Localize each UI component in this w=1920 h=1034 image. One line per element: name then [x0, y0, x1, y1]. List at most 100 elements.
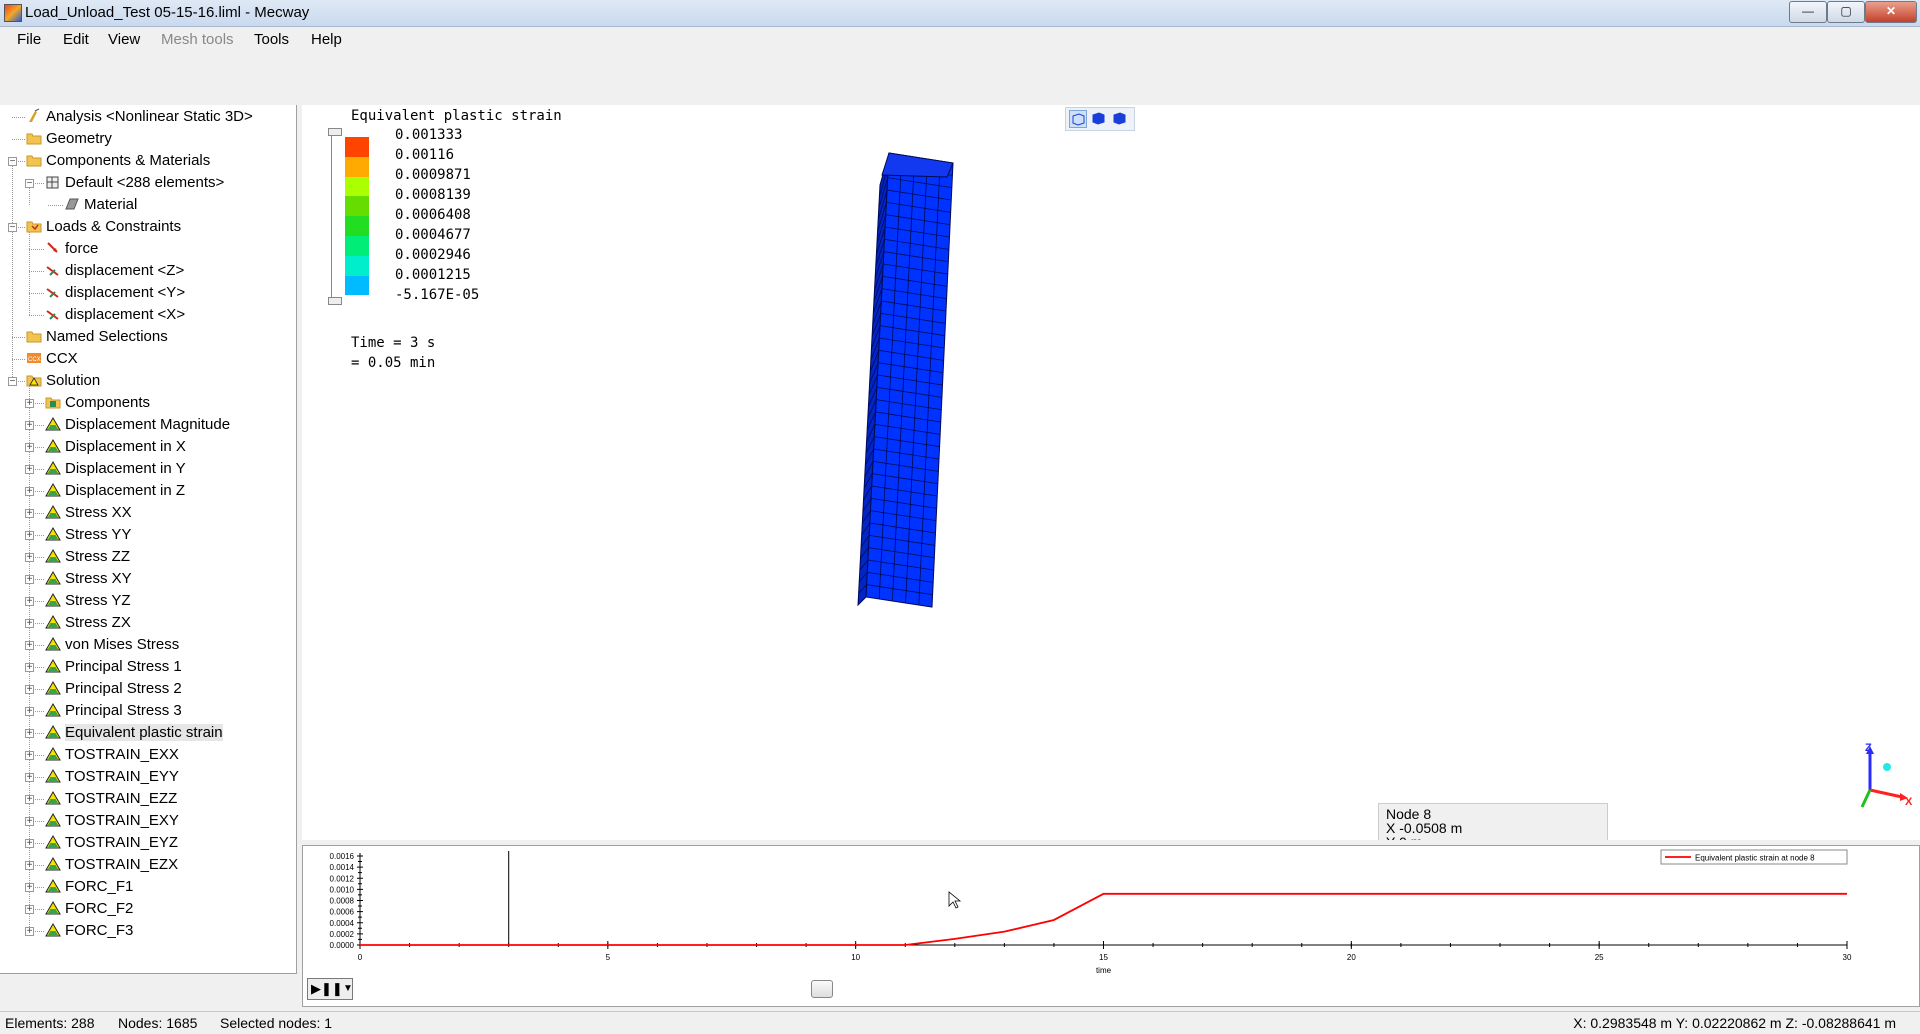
tree-item[interactable]: Stress XX	[45, 502, 132, 524]
tree-item[interactable]: CCX CCX	[26, 348, 78, 370]
tree-item[interactable]: Components	[45, 392, 150, 414]
expand-icon[interactable]: +	[25, 729, 34, 739]
tree-item[interactable]: Displacement in X	[45, 436, 186, 458]
tree-item[interactable]: force	[45, 238, 98, 260]
tree-item[interactable]: displacement <Z>	[45, 260, 184, 282]
tree-item[interactable]: FORC_F2	[45, 898, 133, 920]
tree-item[interactable]: Stress XY	[45, 568, 132, 590]
expand-icon[interactable]: +	[25, 861, 34, 871]
result-triangle-icon	[45, 658, 61, 674]
result-triangle-icon	[45, 702, 61, 718]
tree-item[interactable]: Components & Materials	[26, 150, 210, 172]
expand-icon[interactable]: +	[25, 817, 34, 827]
minimize-button[interactable]: —	[1789, 1, 1827, 23]
menu-help[interactable]: Help	[311, 31, 342, 48]
play-pause-button[interactable]: ▶❚❚ ▼	[307, 978, 353, 1000]
expand-icon[interactable]: +	[25, 707, 34, 717]
history-graph[interactable]: 0.0016 0.0014 0.0012 0.0010 0.0008 0.0006 0.00…	[303, 846, 1919, 1006]
menu-file[interactable]: File	[17, 31, 41, 48]
collapse-icon[interactable]: −	[8, 157, 17, 167]
tree-item[interactable]: Analysis <Nonlinear Static 3D>	[26, 106, 253, 128]
menu-tools[interactable]: Tools	[254, 31, 289, 48]
collapse-icon[interactable]: −	[8, 377, 17, 387]
tree-item-label: Principal Stress 1	[65, 658, 182, 675]
tree-item[interactable]: Equivalent plastic strain	[45, 722, 223, 744]
tree-item-label: TOSTRAIN_EYY	[65, 768, 179, 785]
tree-item[interactable]: TOSTRAIN_EYZ	[45, 832, 178, 854]
x-tick-label: 10	[851, 953, 860, 962]
tree-item[interactable]: FORC_F1	[45, 876, 133, 898]
expand-icon[interactable]: +	[25, 553, 34, 563]
play-options-chevron-icon[interactable]: ▼	[339, 983, 353, 994]
tree-item[interactable]: Displacement Magnitude	[45, 414, 230, 436]
tree-item[interactable]: FORC_F3	[45, 920, 133, 942]
expand-icon[interactable]: +	[25, 751, 34, 761]
tree-item[interactable]: TOSTRAIN_EXX	[45, 744, 179, 766]
expand-icon[interactable]: +	[25, 619, 34, 629]
tree-item-label: displacement <Y>	[65, 284, 186, 301]
x-tick-label: 15	[1099, 953, 1108, 962]
expand-icon[interactable]: +	[25, 575, 34, 585]
tree-item[interactable]: Principal Stress 3	[45, 700, 182, 722]
beam-mesh[interactable]	[302, 105, 1920, 840]
tree-item[interactable]: Principal Stress 1	[45, 656, 182, 678]
menu-view[interactable]: View	[108, 31, 140, 48]
expand-icon[interactable]: +	[25, 839, 34, 849]
expand-icon[interactable]: +	[25, 773, 34, 783]
tree-item[interactable]: TOSTRAIN_EZZ	[45, 788, 177, 810]
expand-icon[interactable]: +	[25, 487, 34, 497]
tree-item[interactable]: Loads & Constraints	[26, 216, 181, 238]
tree-item-label: Equivalent plastic strain	[65, 724, 223, 741]
tree-item[interactable]: Default <288 elements>	[45, 172, 224, 194]
tree-item[interactable]: displacement <X>	[45, 304, 185, 326]
expand-icon[interactable]: +	[25, 509, 34, 519]
menu-mesh-tools[interactable]: Mesh tools	[161, 31, 234, 48]
result-triangle-icon	[45, 482, 61, 498]
tree-item[interactable]: Stress YZ	[45, 590, 131, 612]
tree-item[interactable]: Stress ZZ	[45, 546, 130, 568]
result-triangle-icon	[45, 746, 61, 762]
expand-icon[interactable]: +	[25, 883, 34, 893]
time-slider-thumb[interactable]	[811, 980, 833, 998]
tree-item[interactable]: TOSTRAIN_EZX	[45, 854, 178, 876]
expand-icon[interactable]: +	[25, 531, 34, 541]
history-graph-panel[interactable]: 0.0016 0.0014 0.0012 0.0010 0.0008 0.0006 0.00…	[302, 845, 1920, 1007]
expand-icon[interactable]: +	[25, 421, 34, 431]
tree-item[interactable]: von Mises Stress	[45, 634, 179, 656]
expand-icon[interactable]: +	[25, 685, 34, 695]
expand-icon[interactable]: +	[25, 465, 34, 475]
expand-icon[interactable]: +	[25, 399, 34, 409]
expand-icon[interactable]: +	[25, 443, 34, 453]
model-tree[interactable]: Analysis <Nonlinear Static 3D> Geometry − C…	[0, 105, 297, 974]
tree-item[interactable]: Stress ZX	[45, 612, 131, 634]
close-button[interactable]: ✕	[1865, 1, 1917, 23]
menu-bar: File Edit View Mesh tools Tools Help	[0, 27, 1920, 51]
tree-item[interactable]: Principal Stress 2	[45, 678, 182, 700]
expand-icon[interactable]: +	[25, 905, 34, 915]
expand-icon[interactable]: +	[25, 641, 34, 651]
collapse-icon[interactable]: −	[25, 179, 34, 189]
tree-item[interactable]: displacement <Y>	[45, 282, 185, 304]
tree-item[interactable]: Displacement in Y	[45, 458, 186, 480]
tree-guide-line	[12, 139, 25, 140]
tree-item[interactable]: Named Selections	[26, 326, 168, 348]
tree-item[interactable]: Stress YY	[45, 524, 131, 546]
collapse-icon[interactable]: −	[8, 223, 17, 233]
tree-item[interactable]: Solution	[26, 370, 100, 392]
tree-item[interactable]: Geometry	[26, 128, 112, 150]
expand-icon[interactable]: +	[25, 597, 34, 607]
model-viewport[interactable]: Equivalent plastic strain 0.001333 0.0011…	[302, 105, 1920, 840]
expand-icon[interactable]: +	[25, 927, 34, 937]
status-elements: Elements: 288	[5, 1015, 95, 1031]
tree-item[interactable]: Material	[64, 194, 137, 216]
expand-icon[interactable]: +	[25, 795, 34, 805]
expand-icon[interactable]: +	[25, 663, 34, 673]
tree-item[interactable]: TOSTRAIN_EXY	[45, 810, 179, 832]
maximize-button[interactable]: ▢	[1827, 1, 1865, 23]
menu-edit[interactable]: Edit	[63, 31, 89, 48]
tree-item-label: Default <288 elements>	[65, 174, 225, 191]
tree-item[interactable]: Displacement in Z	[45, 480, 185, 502]
tree-item[interactable]: TOSTRAIN_EYY	[45, 766, 179, 788]
tree-guide-line	[48, 205, 63, 206]
beam-top-face	[881, 152, 954, 178]
